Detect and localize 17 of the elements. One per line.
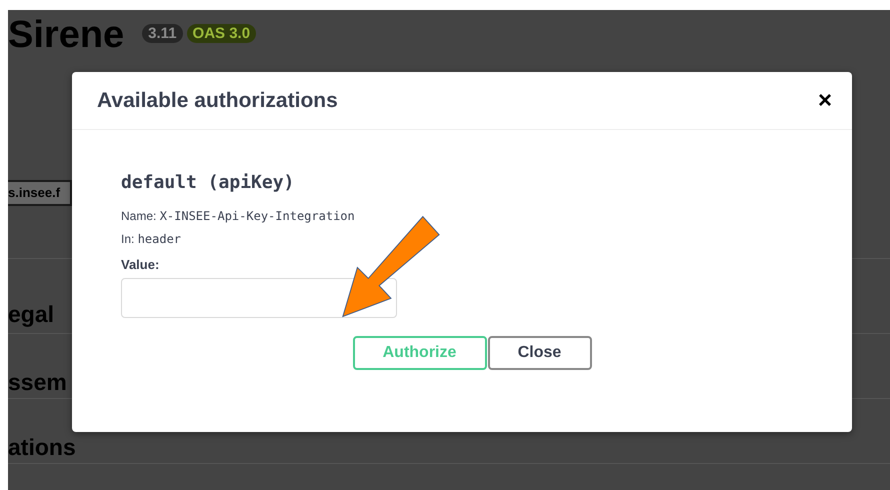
in-label: In: bbox=[121, 232, 134, 246]
value-input-field[interactable] bbox=[121, 278, 397, 318]
name-label: Name: bbox=[121, 209, 156, 223]
version-badge: 3.11 bbox=[142, 24, 183, 42]
oas-badge: OAS 3.0 bbox=[186, 24, 256, 42]
section-heading[interactable]: egal bbox=[8, 301, 54, 327]
section-heading[interactable]: ssem bbox=[8, 369, 67, 395]
scheme-title: default (apiKey) bbox=[121, 172, 296, 193]
authorize-button[interactable]: Authorize bbox=[352, 336, 486, 370]
server-select[interactable]: s.insee.f bbox=[8, 180, 72, 206]
close-button[interactable]: Close bbox=[488, 336, 592, 370]
section-heading[interactable]: ations bbox=[8, 434, 76, 460]
value-label: Value: bbox=[121, 257, 160, 272]
modal-title: Available authorizations bbox=[97, 88, 338, 112]
in-value: header bbox=[138, 232, 182, 246]
name-value: X-INSEE-Api-Key-Integration bbox=[160, 209, 355, 223]
page-title: Sirene bbox=[8, 13, 124, 58]
